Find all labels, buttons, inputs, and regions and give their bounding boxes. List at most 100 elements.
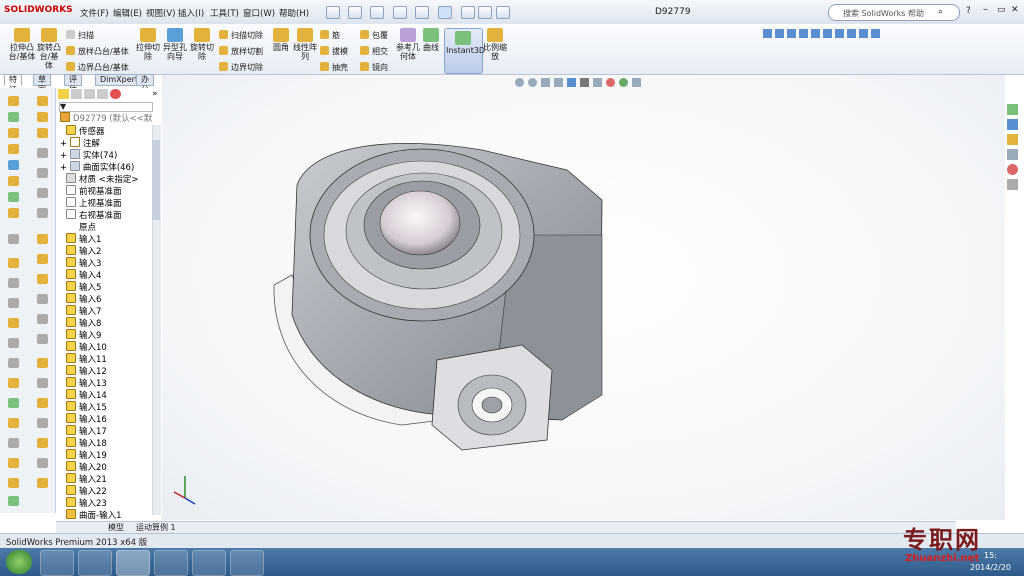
toolbar-tool-icon[interactable] [8,338,19,348]
boundary-cut-button[interactable]: 边界切除 [219,62,263,73]
menu-window[interactable]: 窗口(W) [243,7,275,19]
tab-motion-study[interactable]: 运动算例 1 [136,522,176,533]
toolbar-tool-icon[interactable] [8,398,19,408]
filter-field[interactable] [59,102,153,112]
tree-item-import[interactable]: 输入3 [66,257,101,269]
toolbar-tool-icon[interactable] [37,168,48,178]
lofted-cut-button[interactable]: 放样切割 [219,46,263,57]
print-icon[interactable] [393,6,407,19]
search-icon[interactable]: ⌕ [938,7,943,17]
start-button[interactable] [6,550,32,574]
view-left-icon[interactable] [787,29,796,38]
toolbar-tool-icon[interactable] [37,112,48,122]
tree-root-part[interactable]: D92779 (默认<<默 [60,112,152,124]
shell-button[interactable]: 抽壳 [320,62,348,73]
toolbar-tool-icon[interactable] [37,478,48,488]
restore-icon[interactable]: ▭ [997,5,1006,15]
tree-item[interactable]: 上视基准面 [66,197,122,209]
tree-item[interactable]: 传感器 [66,125,105,137]
solidworks-resources-icon[interactable] [1007,104,1018,115]
property-manager-tab-icon[interactable] [71,89,82,99]
toolbar-tool-icon[interactable] [37,148,48,158]
view-trimetric-icon[interactable] [847,29,856,38]
tab-sketch[interactable]: 草图 [33,74,51,94]
toolbar-tool-icon[interactable] [8,96,19,106]
curves-button[interactable]: 曲线 [421,28,441,52]
toolbar-tool-icon[interactable] [37,314,48,324]
toolbar-tool-icon[interactable] [8,278,19,288]
reference-geometry-button[interactable]: 参考几何体 [396,28,420,61]
toolbar-tool-icon[interactable] [8,176,19,186]
tree-item-import[interactable]: 输入15 [66,401,107,413]
view-palette-icon[interactable] [1007,149,1018,160]
tree-item[interactable]: 右视基准面 [66,209,122,221]
toolbar-tool-icon[interactable] [37,294,48,304]
close-icon[interactable]: ✕ [1011,5,1019,15]
menu-tools[interactable]: 工具(T) [210,7,239,19]
expand-panel-icon[interactable]: » [152,89,158,99]
tree-scrollbar-thumb[interactable] [152,140,160,220]
toolbar-tool-icon[interactable] [8,438,19,448]
fillet-button[interactable]: 圆角 [270,28,292,52]
tree-item-import[interactable]: 输入22 [66,485,107,497]
rib-button[interactable]: 筋 [320,30,340,41]
part-model-render[interactable] [162,75,1005,520]
draft-button[interactable]: 拔模 [320,46,348,57]
select-icon[interactable] [438,6,452,19]
tree-item-import[interactable]: 输入12 [66,365,107,377]
taskbar-calculator-icon[interactable] [192,550,226,576]
swept-cut-button[interactable]: 扫描切除 [219,30,263,41]
view-back-icon[interactable] [775,29,784,38]
toolbar-tool-icon[interactable] [37,234,48,244]
open-icon[interactable] [348,6,362,19]
new-document-icon[interactable] [326,6,340,19]
tree-item-import[interactable]: 输入20 [66,461,107,473]
tab-evaluate[interactable]: 评估 [64,74,82,94]
view-front-icon[interactable] [763,29,772,38]
file-properties-icon[interactable] [478,6,492,19]
toolbar-tool-icon[interactable] [8,128,19,138]
display-manager-tab-icon[interactable] [110,89,121,99]
tree-item-import[interactable]: 输入17 [66,425,107,437]
menu-file[interactable]: 文件(F) [80,7,109,19]
menu-view[interactable]: 视图(V) [146,7,175,19]
tree-item-import[interactable]: 输入5 [66,281,101,293]
tree-item[interactable]: + 曲面实体(46) [60,161,134,173]
view-dimetric-icon[interactable] [859,29,868,38]
toolbar-tool-icon[interactable] [37,334,48,344]
loft-boss-button[interactable]: 放样凸台/基体 [66,46,129,57]
tree-item-import[interactable]: 输入19 [66,449,107,461]
toolbar-tool-icon[interactable] [8,478,19,488]
wrap-button[interactable]: 包覆 [360,30,388,41]
toolbar-tool-icon[interactable] [37,128,48,138]
toolbar-tool-icon[interactable] [37,398,48,408]
view-bottom-icon[interactable] [823,29,832,38]
options-icon[interactable] [496,6,510,19]
feature-manager-tab-icon[interactable] [58,89,69,99]
toolbar-tool-icon[interactable] [37,418,48,428]
mirror-button[interactable]: 镜向 [360,62,388,73]
tree-item-import[interactable]: 输入7 [66,305,101,317]
tree-item-import[interactable]: 输入18 [66,437,107,449]
toolbar-tool-icon[interactable] [37,458,48,468]
design-library-icon[interactable] [1007,119,1018,130]
toolbar-tool-icon[interactable] [37,188,48,198]
toolbar-tool-icon[interactable] [8,144,19,154]
tree-item-import[interactable]: 输入4 [66,269,101,281]
toolbar-tool-icon[interactable] [37,358,48,368]
tree-item-import[interactable]: 输入6 [66,293,101,305]
view-isometric-icon[interactable] [835,29,844,38]
toolbar-tool-icon[interactable] [8,234,19,244]
tab-model[interactable]: 模型 [108,522,124,533]
tree-item[interactable]: + 注解 [60,137,100,149]
toolbar-tool-icon[interactable] [8,192,19,202]
toolbar-tool-icon[interactable] [37,208,48,218]
toolbar-tool-icon[interactable] [37,378,48,388]
clock-date[interactable]: 2014/2/20 [970,563,1011,572]
toolbar-tool-icon[interactable] [8,418,19,428]
custom-properties-icon[interactable] [1007,179,1018,190]
toolbar-tool-icon[interactable] [8,358,19,368]
normal-to-icon[interactable] [871,29,880,38]
taskbar-explorer-icon[interactable] [78,550,112,576]
scale-button[interactable]: 比例缩放 [483,28,507,61]
